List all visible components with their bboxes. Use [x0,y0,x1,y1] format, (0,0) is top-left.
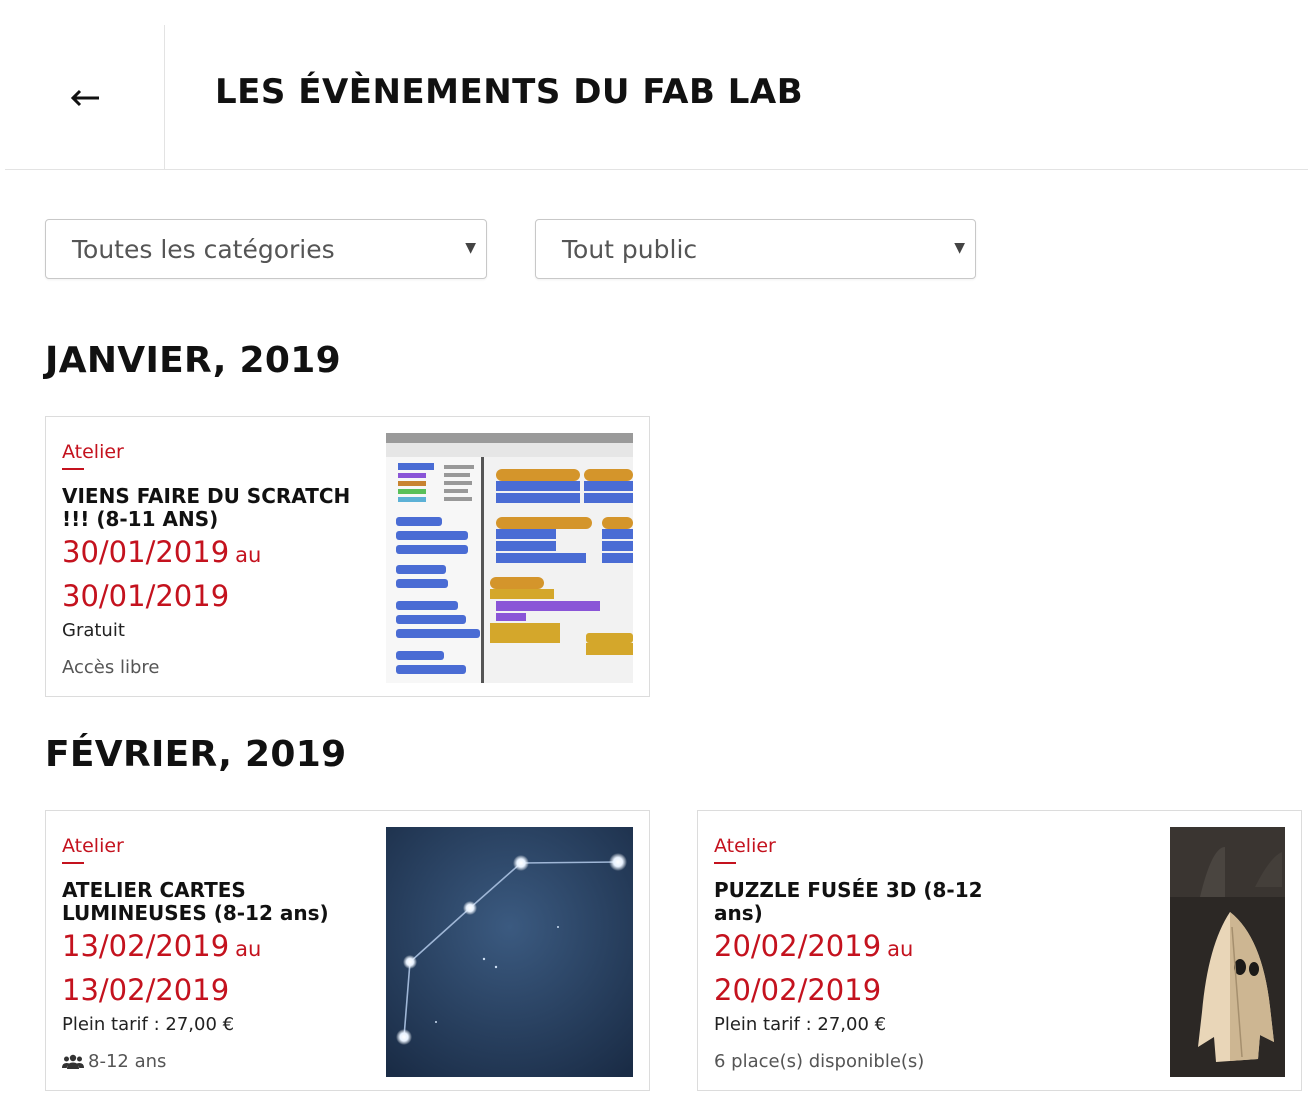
event-price: Plein tarif : 27,00 € [714,1014,887,1035]
event-title[interactable]: PUZZLE FUSÉE 3D (8-12 ans) [714,879,984,925]
page-header: LES ÉVÈNEMENTS DU FAB LAB [5,0,1308,170]
event-price: Gratuit [62,620,125,641]
audience-filter-value: Tout public [562,234,698,264]
date-connector: au [235,543,262,567]
event-start-date: 30/01/2019 au [62,535,261,569]
event-availability: 6 place(s) disponible(s) [714,1051,924,1072]
event-category: Atelier [62,441,124,470]
event-price: Plein tarif : 27,00 € [62,1014,235,1035]
event-access: Accès libre [62,657,159,678]
month-heading: FÉVRIER, 2019 [45,734,347,775]
scratch-screenshot-image [386,433,633,683]
audience-filter-select[interactable]: Tout public ▼ [535,219,976,279]
event-category: Atelier [714,835,776,864]
event-access-text: Accès libre [62,657,160,678]
event-image-constellation[interactable] [386,827,633,1077]
event-card[interactable]: Atelier VIENS FAIRE DU SCRATCH !!! (8-11… [45,416,650,697]
month-heading: JANVIER, 2019 [45,340,341,381]
start-date-text: 20/02/2019 [714,929,882,963]
users-icon [62,1054,84,1069]
event-availability-text: 6 place(s) disponible(s) [714,1051,925,1072]
event-card[interactable]: Atelier ATELIER CARTES LUMINEUSES (8-12 … [45,810,650,1091]
arrow-left-icon [70,89,99,106]
category-filter-select[interactable]: Toutes les catégories ▼ [45,219,487,279]
event-end-date: 30/01/2019 [62,579,230,613]
event-age-text: 8-12 ans [88,1051,167,1072]
start-date-text: 13/02/2019 [62,929,230,963]
page-title: LES ÉVÈNEMENTS DU FAB LAB [215,72,804,112]
event-start-date: 13/02/2019 au [62,929,261,963]
constellation-photo-image [386,827,633,1077]
wooden-rocket-photo-image [1170,827,1285,1077]
event-title[interactable]: VIENS FAIRE DU SCRATCH !!! (8-11 ANS) [62,485,362,531]
chevron-down-icon: ▼ [954,240,965,256]
event-title[interactable]: ATELIER CARTES LUMINEUSES (8-12 ans) [62,879,362,925]
category-filter-value: Toutes les catégories [72,234,335,264]
event-age-range: 8-12 ans [62,1051,166,1072]
back-button[interactable] [5,25,165,170]
date-connector: au [887,937,914,961]
event-image-rocket[interactable] [1170,827,1285,1077]
event-image-scratch[interactable] [386,433,633,683]
event-end-date: 13/02/2019 [62,973,230,1007]
event-card[interactable]: Atelier PUZZLE FUSÉE 3D (8-12 ans) 20/02… [697,810,1302,1091]
event-category: Atelier [62,835,124,864]
chevron-down-icon: ▼ [465,240,476,256]
event-start-date: 20/02/2019 au [714,929,913,963]
event-end-date: 20/02/2019 [714,973,882,1007]
start-date-text: 30/01/2019 [62,535,230,569]
date-connector: au [235,937,262,961]
